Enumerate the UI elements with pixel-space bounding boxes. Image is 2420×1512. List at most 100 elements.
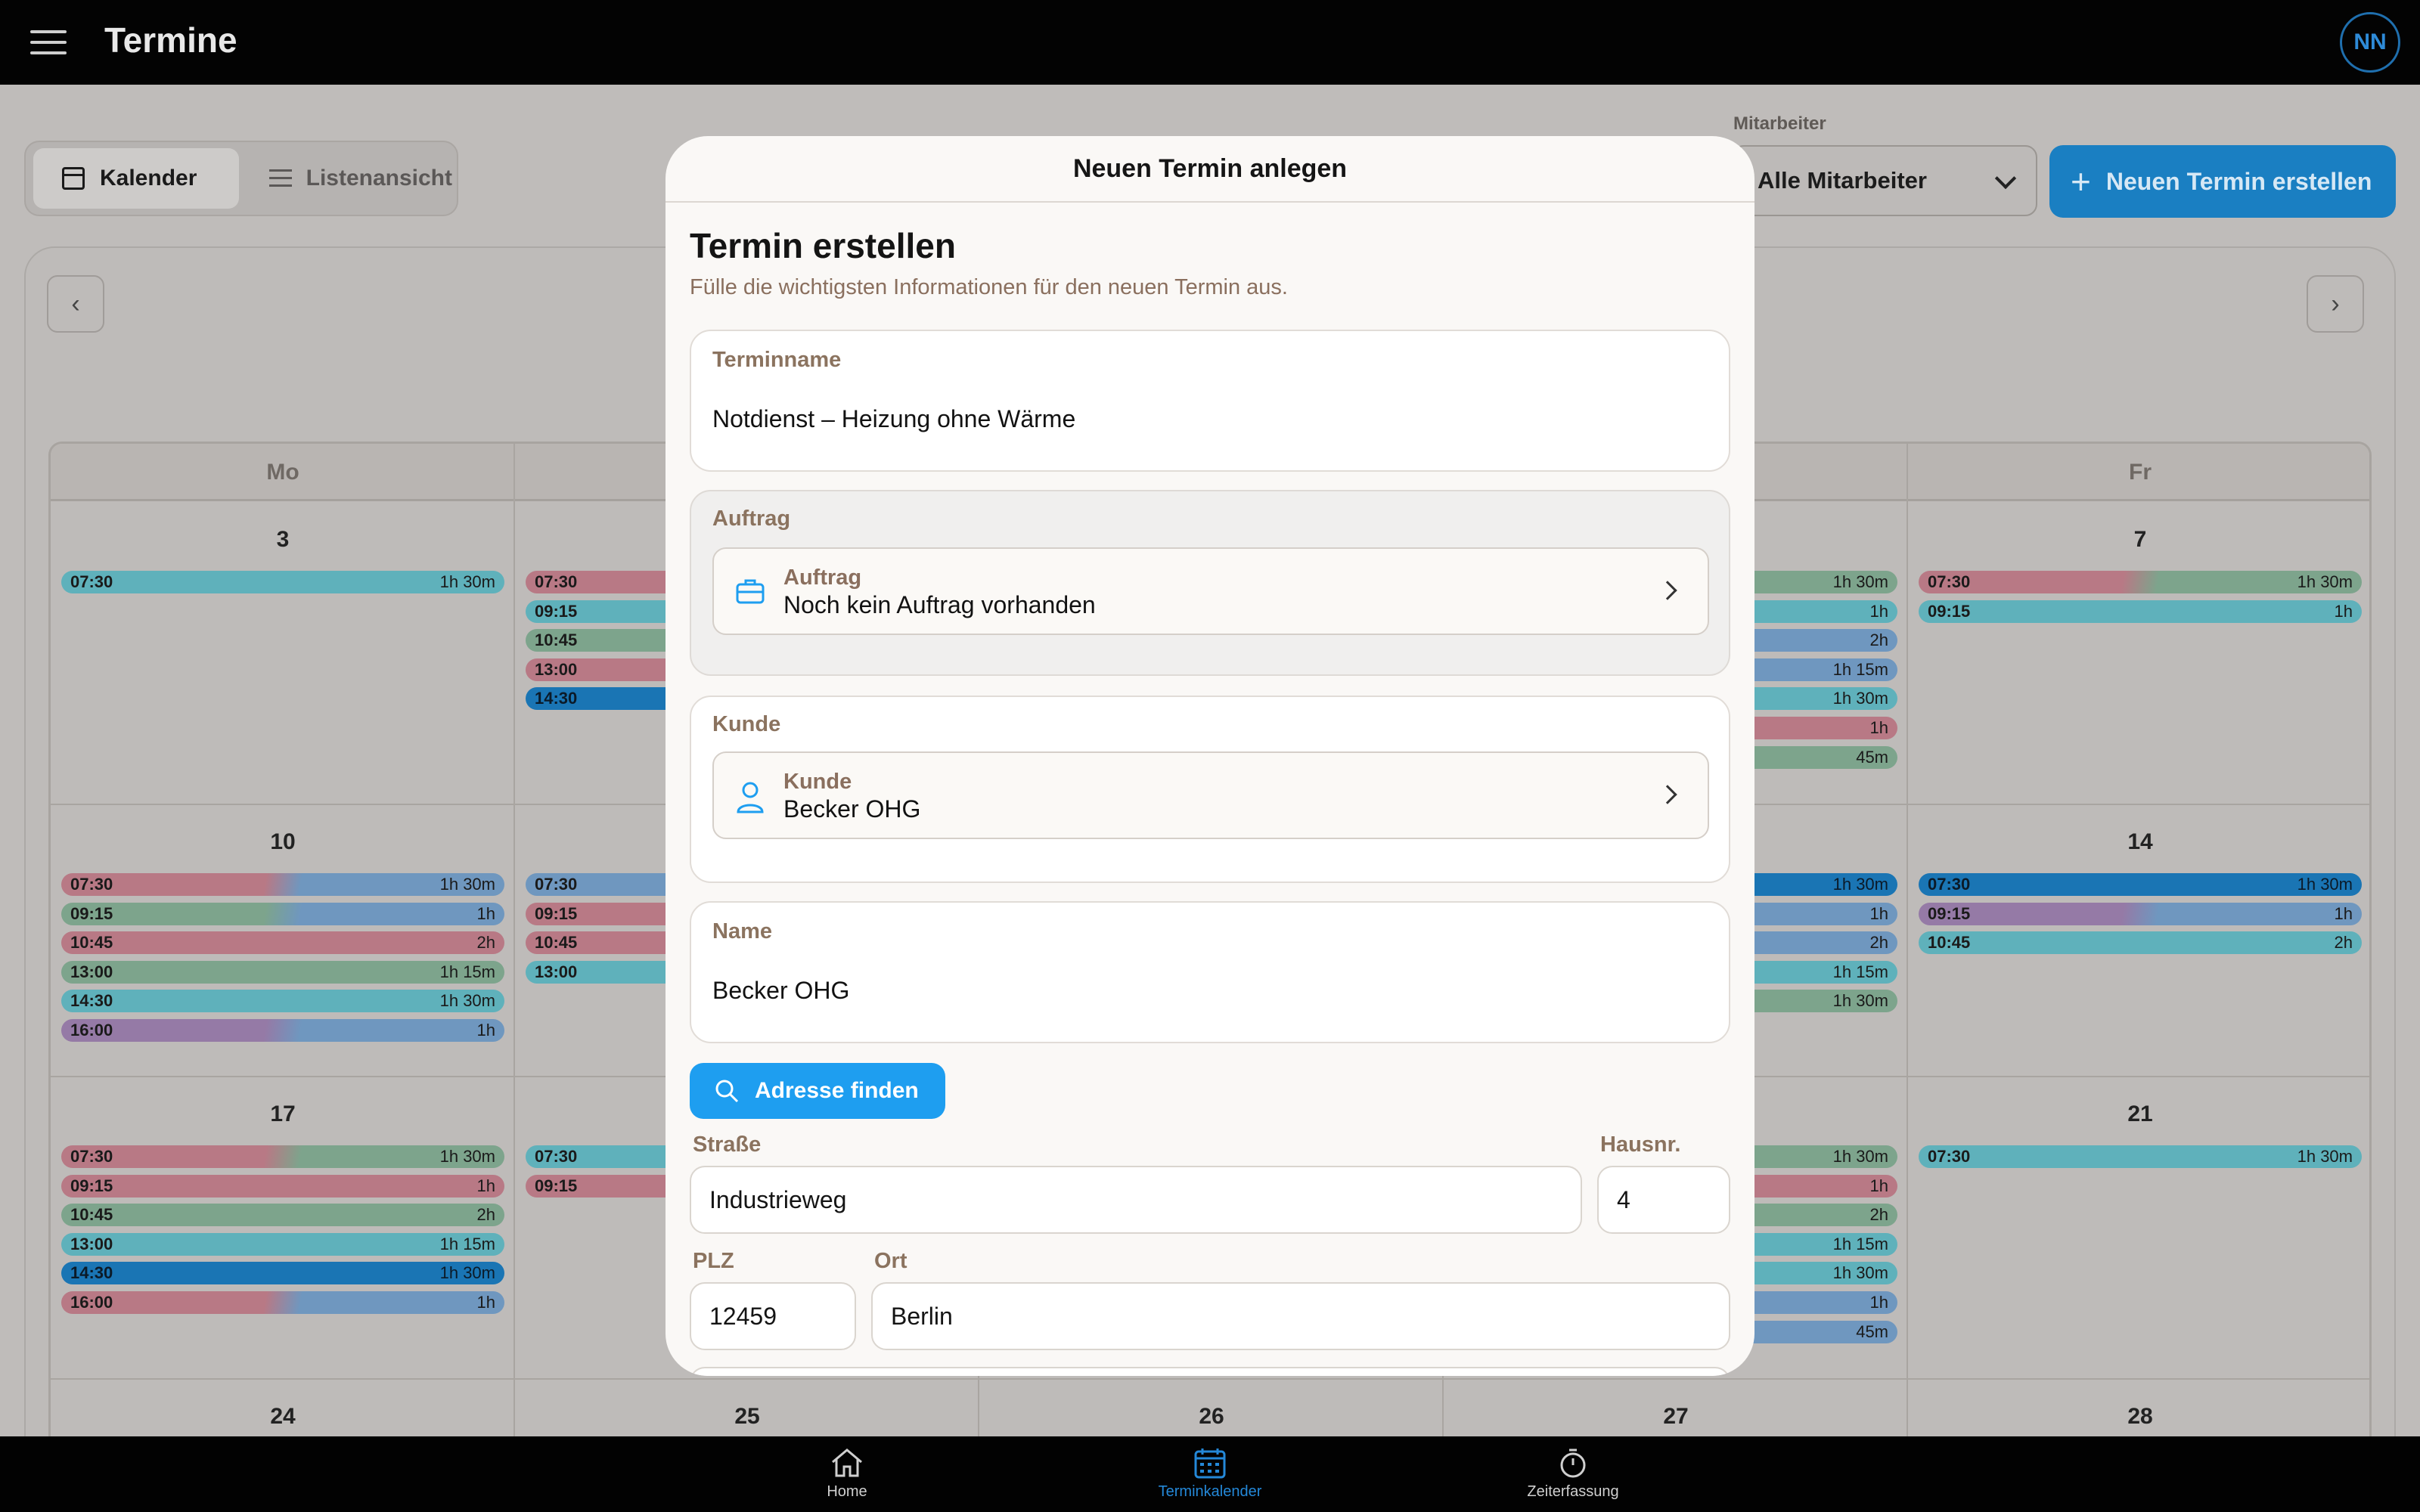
new-appointment-button[interactable]: + Neuen Termin erstellen — [2049, 145, 2396, 218]
appointment-pill[interactable]: 09:15 1h — [61, 902, 504, 925]
auftrag-section-label: Auftrag — [712, 507, 791, 531]
appointment-time: 13:00 — [70, 962, 113, 981]
plus-icon: + — [2071, 162, 2091, 201]
day-number: 27 — [1663, 1404, 1689, 1429]
appointment-pill[interactable]: 10:45 2h — [61, 931, 504, 955]
avatar[interactable]: NN — [2340, 12, 2400, 73]
kunde-label: Kunde — [783, 770, 852, 794]
name-input[interactable]: Becker OHG — [712, 977, 849, 1005]
chevron-left-icon: ‹ — [71, 289, 80, 318]
terminname-input[interactable]: Notdienst – Heizung ohne Wärme — [712, 405, 1075, 433]
appointment-pill[interactable]: 14:30 1h 30m — [61, 1262, 504, 1285]
chevron-right-icon — [1658, 785, 1677, 804]
appointment-pill[interactable]: 13:00 1h 15m — [61, 960, 504, 984]
ort-input[interactable]: Berlin — [871, 1282, 1730, 1350]
strasse-input[interactable]: Industrieweg — [690, 1166, 1582, 1234]
view-toggle: Kalender Listenansicht — [24, 141, 458, 216]
appointment-pill[interactable]: 09:15 1h — [1919, 902, 2362, 925]
column-divider — [1907, 444, 1908, 1512]
appointment-time: 07:30 — [70, 1147, 113, 1166]
appointment-duration: 1h — [1869, 1176, 1888, 1195]
user-icon — [737, 782, 764, 813]
appointment-duration: 1h 30m — [1832, 689, 1888, 708]
nav-terminkalender[interactable]: Terminkalender — [1134, 1447, 1286, 1501]
day-number: 7 — [2133, 527, 2147, 552]
appointment-pill[interactable]: 16:00 1h — [61, 1291, 504, 1314]
kunde-section-label: Kunde — [712, 712, 781, 736]
name-label: Name — [712, 919, 772, 943]
nav-zeiterfassung[interactable]: Zeiterfassung — [1497, 1447, 1649, 1501]
appointment-duration: 1h 30m — [439, 875, 495, 894]
appointment-duration: 1h — [2334, 601, 2353, 621]
list-view-button[interactable]: Listenansicht — [240, 148, 452, 209]
appointment-time: 14:30 — [70, 991, 113, 1011]
appointment-time: 13:00 — [535, 962, 578, 981]
appointment-duration: 1h 15m — [1832, 659, 1888, 679]
appointment-pill[interactable]: 16:00 1h — [61, 1019, 504, 1042]
mitarbeiter-select[interactable]: Alle Mitarbeiter — [1732, 145, 2037, 216]
appointment-duration: 1h — [1869, 718, 1888, 737]
nav-terminkalender-label: Terminkalender — [1158, 1483, 1262, 1500]
appointment-duration: 1h 30m — [1832, 1147, 1888, 1166]
next-field-partial[interactable] — [690, 1367, 1730, 1376]
appointment-pill[interactable]: 09:15 1h — [61, 1174, 504, 1198]
appointment-pill[interactable]: 07:30 1h 30m — [61, 1145, 504, 1168]
nav-zeiterfassung-label: Zeiterfassung — [1527, 1483, 1619, 1500]
appointment-pill[interactable]: 13:00 1h 15m — [61, 1232, 504, 1256]
kunde-picker[interactable]: Kunde Becker OHG — [712, 751, 1709, 839]
appointment-time: 13:00 — [70, 1234, 113, 1253]
name-field[interactable]: Name Becker OHG — [690, 901, 1730, 1043]
day-number: 10 — [270, 829, 296, 854]
appointment-duration: 2h — [1869, 1205, 1888, 1225]
appointment-duration: 1h 30m — [439, 1263, 495, 1283]
appointment-pill[interactable]: 10:45 2h — [61, 1204, 504, 1227]
next-week-button[interactable]: › — [2307, 275, 2364, 333]
strasse-label: Straße — [693, 1132, 762, 1157]
appointment-duration: 1h 15m — [439, 962, 495, 981]
appointment-pill[interactable]: 07:30 1h 30m — [1919, 571, 2362, 593]
appointment-duration: 1h 30m — [439, 1147, 495, 1166]
appointment-pill[interactable]: 09:15 1h — [1919, 600, 2362, 623]
appointment-pill[interactable]: 07:30 1h 30m — [1919, 873, 2362, 896]
auftrag-picker[interactable]: Auftrag Noch kein Auftrag vorhanden — [712, 547, 1709, 635]
nav-home[interactable]: Home — [771, 1447, 923, 1501]
appointment-pill[interactable]: 10:45 2h — [1919, 931, 2362, 955]
appointment-duration: 2h — [476, 933, 495, 953]
appointment-duration: 1h 30m — [1832, 991, 1888, 1011]
appointment-pill[interactable]: 07:30 1h 30m — [1919, 1145, 2362, 1168]
kunde-value: Becker OHG — [783, 795, 921, 823]
appointment-time: 14:30 — [70, 1263, 113, 1283]
plz-label: PLZ — [693, 1249, 734, 1273]
day-number: 24 — [270, 1404, 296, 1429]
appointment-duration: 1h — [2334, 903, 2353, 923]
prev-week-button[interactable]: ‹ — [47, 275, 104, 333]
briefcase-icon — [736, 579, 765, 604]
appointment-time: 07:30 — [535, 572, 578, 591]
appointment-duration: 1h 15m — [439, 1234, 495, 1253]
appointment-duration: 1h — [1869, 601, 1888, 621]
appointment-pill[interactable]: 07:30 1h 30m — [61, 873, 504, 896]
menu-icon[interactable] — [30, 30, 68, 56]
day-number: 26 — [1199, 1404, 1224, 1429]
appointment-time: 09:15 — [535, 903, 578, 923]
appointment-pill[interactable]: 07:30 1h 30m — [61, 571, 504, 593]
appointment-pill[interactable]: 14:30 1h 30m — [61, 990, 504, 1013]
day-number: 21 — [2127, 1101, 2153, 1126]
terminname-field[interactable]: Terminname Notdienst – Heizung ohne Wärm… — [690, 330, 1730, 472]
terminname-label: Terminname — [712, 348, 842, 372]
appointment-time: 10:45 — [70, 933, 113, 953]
hausnr-input[interactable]: 4 — [1597, 1166, 1730, 1234]
appointment-duration: 1h — [476, 903, 495, 923]
chevron-down-icon — [1994, 167, 2017, 190]
calendar-view-button[interactable]: Kalender — [33, 148, 239, 209]
find-address-button[interactable]: Adresse finden — [690, 1063, 945, 1119]
app-bar: Termine NN — [0, 0, 2420, 85]
appointment-duration: 1h 30m — [1832, 1263, 1888, 1283]
day-number: 14 — [2127, 829, 2153, 854]
calendar-view-label: Kalender — [100, 166, 197, 191]
kunde-section: Kunde Kunde Becker OHG — [690, 696, 1730, 883]
appointment-duration: 1h 15m — [1832, 1234, 1888, 1253]
appointment-duration: 1h 30m — [439, 572, 495, 591]
list-icon — [269, 169, 292, 187]
plz-input[interactable]: 12459 — [690, 1282, 856, 1350]
